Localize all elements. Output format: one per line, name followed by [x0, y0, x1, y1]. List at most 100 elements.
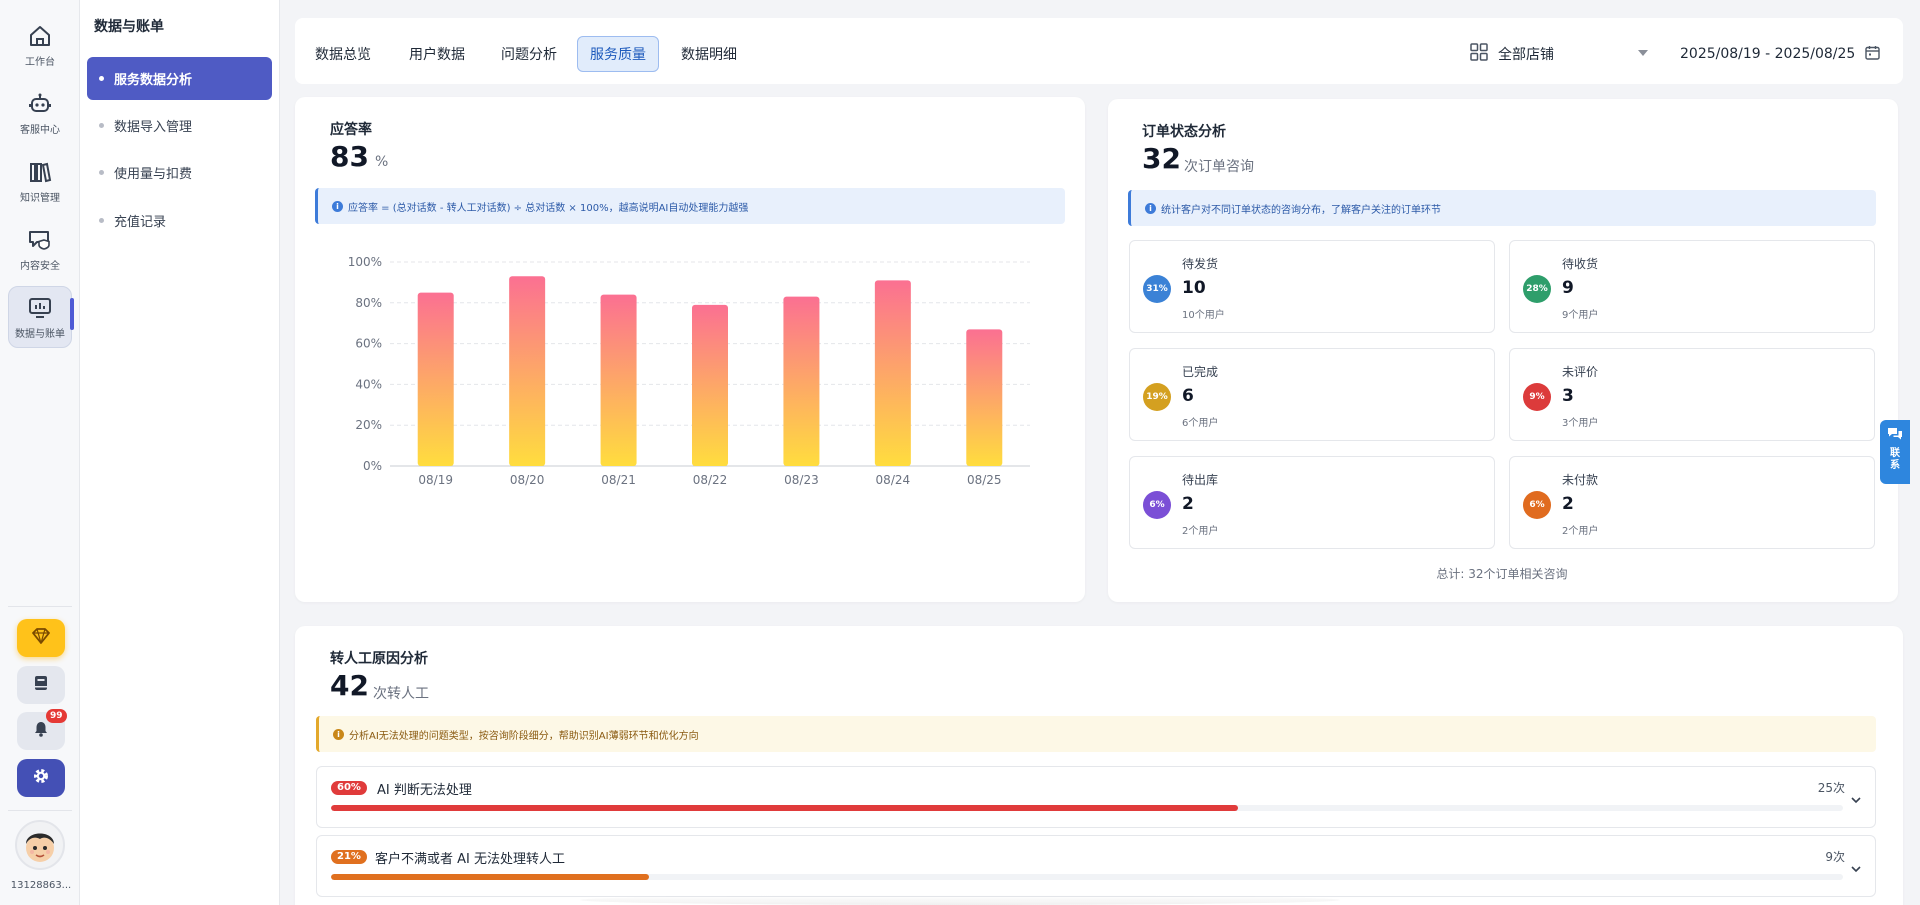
submenu-title: 数据与账单 [94, 19, 164, 35]
rail-item-knowledge[interactable]: 知识管理 [8, 150, 72, 212]
transfer-reason-value: 42 [330, 669, 369, 702]
rail-item-workbench[interactable]: 工作台 [8, 14, 72, 76]
chevron-down-icon [1638, 50, 1648, 56]
info-icon: i [332, 200, 343, 212]
date-range-picker[interactable]: 2025/08/19 - 2025/08/25 [1680, 38, 1881, 70]
reason-progress-fill [331, 805, 1239, 811]
contact-label: 联系 [1890, 448, 1900, 471]
chart-bar[interactable] [417, 292, 454, 466]
status-box-completed[interactable]: 19% 已完成 6 6个用户 [1129, 348, 1495, 441]
status-name: 未评价 [1562, 365, 1599, 379]
y-tick-label: 100% [348, 255, 382, 269]
status-name: 待出库 [1182, 473, 1219, 487]
chart-bar[interactable] [509, 276, 546, 466]
chart-bar[interactable] [874, 280, 911, 466]
tab-service-quality[interactable]: 服务质量 [577, 36, 659, 72]
reason-count: 9次 [1825, 850, 1845, 864]
status-users: 2个用户 [1182, 526, 1219, 537]
submenu-item-recharge[interactable]: 充值记录 [87, 199, 272, 242]
rail-item-content-safety[interactable]: 内容安全 [8, 218, 72, 280]
rail-divider [8, 606, 72, 607]
scroll-shadow [580, 895, 1340, 905]
chat-bubbles-icon [1887, 426, 1903, 445]
chart-bar[interactable] [783, 296, 820, 466]
submenu-item-label: 数据导入管理 [114, 120, 193, 135]
status-count: 2 [1182, 494, 1194, 514]
tab-overview[interactable]: 数据总览 [303, 36, 383, 72]
reason-row-ai-cannot-handle[interactable]: 60% AI 判断无法处理 25次 [316, 766, 1876, 828]
status-users: 2个用户 [1562, 526, 1599, 537]
grid-apps-icon [1470, 43, 1488, 65]
book-button[interactable] [17, 666, 65, 704]
rail-item-label: 内容安全 [20, 261, 60, 272]
x-tick-label: 08/23 [784, 473, 819, 487]
chart-bar[interactable] [600, 294, 637, 466]
rail-item-service-center[interactable]: 客服中心 [8, 82, 72, 144]
status-name: 已完成 [1182, 365, 1219, 379]
submenu-item-service-analysis[interactable]: 服务数据分析 [87, 57, 272, 100]
rail-item-label: 知识管理 [20, 193, 60, 204]
reason-progress-fill [331, 874, 649, 880]
status-users: 9个用户 [1562, 310, 1599, 321]
rail-item-label: 客服中心 [20, 125, 60, 136]
x-tick-label: 08/22 [693, 473, 728, 487]
reason-row-customer-unsatisfied[interactable]: 21% 客户不满或者 AI 无法处理转人工 9次 [316, 835, 1876, 897]
status-count: 10 [1182, 278, 1206, 298]
x-tick-label: 08/19 [418, 473, 453, 487]
submenu-panel: 数据与账单 服务数据分析 数据导入管理 使用量与扣费 充值记录 [80, 0, 280, 905]
status-box-pending-outbound[interactable]: 6% 待出库 2 2个用户 [1129, 456, 1495, 549]
store-select-value: 全部店铺 [1498, 47, 1554, 63]
response-rate-info: i 应答率 = (总对话数 - 转人工对话数) ÷ 总对话数 × 100%，越高… [315, 188, 1065, 224]
info-icon: i [333, 728, 344, 740]
chart-bar[interactable] [692, 304, 728, 466]
response-rate-title: 应答率 [330, 122, 372, 138]
order-status-title: 订单状态分析 [1142, 124, 1226, 140]
rail-item-data-billing[interactable]: 数据与账单 [8, 286, 72, 348]
status-count: 3 [1562, 386, 1574, 406]
top-tab-bar: 数据总览 用户数据 问题分析 服务质量 数据明细 全部店铺 2025/08/19… [295, 18, 1903, 84]
transfer-reason-info-text: 分析AI无法处理的问题类型，按咨询阶段细分，帮助识别AI薄弱环节和优化方向 [349, 730, 699, 742]
vip-button[interactable] [17, 619, 65, 657]
submenu-item-label: 使用量与扣费 [114, 167, 193, 182]
reason-count: 25次 [1817, 781, 1845, 795]
status-box-not-reviewed[interactable]: 9% 未评价 3 3个用户 [1509, 348, 1875, 441]
transfer-reason-info: i 分析AI无法处理的问题类型，按咨询阶段细分，帮助识别AI薄弱环节和优化方向 [316, 716, 1876, 752]
tab-user-data[interactable]: 用户数据 [397, 36, 477, 72]
status-count: 6 [1182, 386, 1194, 406]
tab-data-detail[interactable]: 数据明细 [669, 36, 749, 72]
submenu-item-data-import[interactable]: 数据导入管理 [87, 104, 272, 147]
status-pct-badge: 31% [1143, 275, 1171, 303]
status-box-pending-shipment[interactable]: 31% 待发货 10 10个用户 [1129, 240, 1495, 333]
rail-divider [8, 810, 72, 811]
status-pct-badge: 6% [1143, 491, 1171, 519]
status-box-unpaid[interactable]: 6% 未付款 2 2个用户 [1509, 456, 1875, 549]
transfer-reason-title: 转人工原因分析 [330, 651, 428, 667]
calendar-icon [1865, 45, 1881, 64]
status-users: 6个用户 [1182, 418, 1219, 429]
order-status-info: i 统计客户对不同订单状态的咨询分布，了解客户关注的订单环节 [1128, 190, 1876, 226]
status-name: 未付款 [1562, 473, 1599, 487]
y-tick-label: 0% [363, 459, 382, 473]
monitor-chart-icon [26, 294, 54, 322]
bullet-dot [99, 218, 104, 223]
response-rate-unit: % [375, 154, 389, 170]
submenu-item-label: 充值记录 [114, 215, 167, 230]
y-tick-label: 20% [355, 418, 382, 432]
status-pct-badge: 9% [1523, 383, 1551, 411]
contact-float-button[interactable]: 联系 [1880, 420, 1910, 484]
order-status-total: 总计: 32个订单相关咨询 [1436, 567, 1568, 581]
settings-button[interactable] [17, 759, 65, 797]
store-select[interactable]: 全部店铺 [1470, 38, 1650, 70]
tab-issue-analysis[interactable]: 问题分析 [489, 36, 569, 72]
y-tick-label: 40% [355, 377, 382, 391]
reason-progress-track [331, 874, 1843, 880]
status-box-pending-receipt[interactable]: 28% 待收货 9 9个用户 [1509, 240, 1875, 333]
reason-label: AI 判断无法处理 [377, 783, 472, 798]
submenu-item-usage-billing[interactable]: 使用量与扣费 [87, 151, 272, 194]
bell-icon [34, 721, 48, 741]
status-pct-badge: 28% [1523, 275, 1551, 303]
notification-badge: 99 [46, 709, 67, 723]
avatar[interactable] [15, 820, 65, 870]
left-rail: 工作台 客服中心 知识管理 内容安全 数据与账单 99 13128863... [0, 0, 80, 905]
chart-bar[interactable] [966, 329, 1003, 466]
